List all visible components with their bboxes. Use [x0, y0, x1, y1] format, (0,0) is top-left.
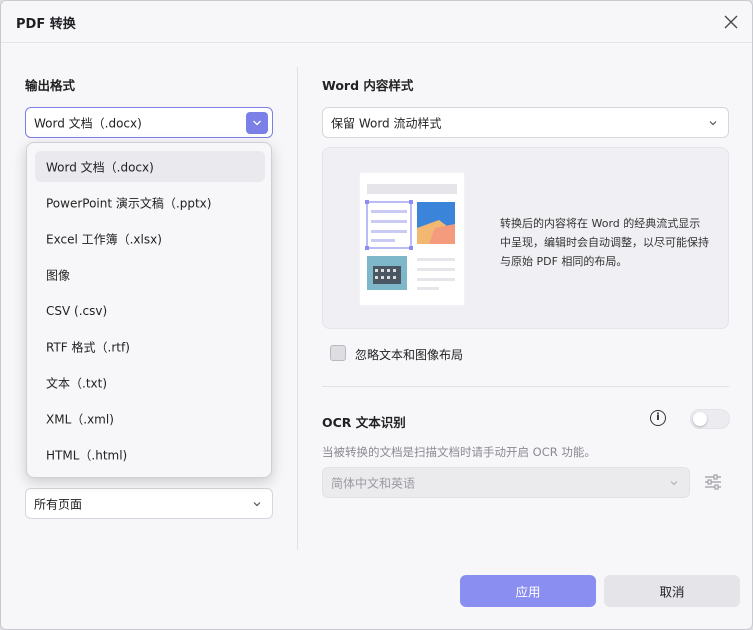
- ocr-toggle[interactable]: [690, 409, 730, 429]
- ignore-layout-label: 忽略文本和图像布局: [355, 348, 464, 362]
- column-divider: [297, 67, 298, 550]
- close-icon: [724, 15, 738, 29]
- ignore-layout-checkbox[interactable]: [330, 345, 346, 361]
- ocr-hint: 当被转换的文档是扫描文档时请手动开启 OCR 功能。: [322, 445, 596, 459]
- layout-description: 转换后的内容将在 Word 的经典流式显示中呈现，编辑时会自动调整，以尽可能保持…: [500, 217, 709, 268]
- toggle-knob: [693, 412, 707, 426]
- dropdown-item-label: HTML（.html): [46, 448, 128, 462]
- dropdown-item-xml[interactable]: XML（.xml): [35, 403, 265, 434]
- title-bar: PDF 转换: [1, 1, 752, 43]
- output-format-dropdown: Word 文档（.docx) PowerPoint 演示文稿（.pptx) Ex…: [26, 142, 272, 478]
- document-layout-illustration: [359, 172, 465, 306]
- dropdown-item-label: XML（.xml): [46, 412, 114, 426]
- dropdown-item-csv[interactable]: CSV (.csv): [35, 295, 265, 326]
- output-format-label: 输出格式: [25, 78, 76, 93]
- dropdown-item-label: 文本（.txt): [46, 376, 108, 390]
- chevron-down-icon: [253, 120, 261, 126]
- dropdown-item-label: PowerPoint 演示文稿（.pptx): [46, 196, 212, 210]
- dropdown-item-txt[interactable]: 文本（.txt): [35, 367, 265, 398]
- section-divider: [322, 386, 729, 387]
- pdf-convert-dialog: PDF 转换 输出格式 Word 文档（.docx) 所有页面 Word 文档（…: [0, 0, 753, 630]
- ocr-language-select[interactable]: 简体中文和英语: [322, 467, 690, 498]
- dropdown-item-label: CSV (.csv): [46, 303, 108, 318]
- sliders-icon[interactable]: [703, 472, 723, 492]
- layout-preview-card: 转换后的内容将在 Word 的经典流式显示中呈现，编辑时会自动调整，以尽可能保持…: [322, 147, 729, 329]
- dialog-title: PDF 转换: [16, 17, 76, 32]
- dropdown-item-docx[interactable]: Word 文档（.docx): [35, 151, 265, 182]
- word-style-value: 保留 Word 流动样式: [331, 116, 442, 130]
- dropdown-toggle-button[interactable]: [246, 112, 268, 134]
- page-range-select[interactable]: 所有页面: [25, 488, 273, 519]
- cancel-button-label: 取消: [659, 584, 685, 600]
- dropdown-item-rtf[interactable]: RTF 格式（.rtf): [35, 331, 265, 362]
- dropdown-item-image[interactable]: 图像: [35, 259, 265, 290]
- output-format-select[interactable]: Word 文档（.docx): [25, 107, 273, 138]
- apply-button[interactable]: 应用: [460, 575, 596, 607]
- page-range-value: 所有页面: [34, 497, 83, 511]
- cancel-button[interactable]: 取消: [604, 575, 740, 607]
- dropdown-item-html[interactable]: HTML（.html): [35, 439, 265, 470]
- chevron-down-icon: [253, 501, 261, 506]
- ocr-title: OCR 文本识别: [322, 415, 406, 430]
- info-icon[interactable]: i: [650, 410, 666, 426]
- dropdown-item-label: 图像: [46, 268, 71, 282]
- close-button[interactable]: [720, 11, 742, 33]
- dropdown-item-label: RTF 格式（.rtf): [46, 340, 130, 354]
- dropdown-item-label: Word 文档（.docx): [46, 160, 154, 174]
- dropdown-item-label: Excel 工作簿（.xlsx): [46, 232, 162, 246]
- chevron-down-icon: [709, 120, 717, 125]
- dropdown-item-pptx[interactable]: PowerPoint 演示文稿（.pptx): [35, 187, 265, 218]
- word-style-select[interactable]: 保留 Word 流动样式: [322, 107, 729, 138]
- dropdown-item-xlsx[interactable]: Excel 工作簿（.xlsx): [35, 223, 265, 254]
- ocr-language-value: 简体中文和英语: [331, 476, 416, 490]
- output-format-value: Word 文档（.docx): [34, 116, 142, 130]
- word-style-label: Word 内容样式: [322, 78, 414, 93]
- chevron-down-icon: [670, 480, 678, 485]
- apply-button-label: 应用: [515, 584, 541, 600]
